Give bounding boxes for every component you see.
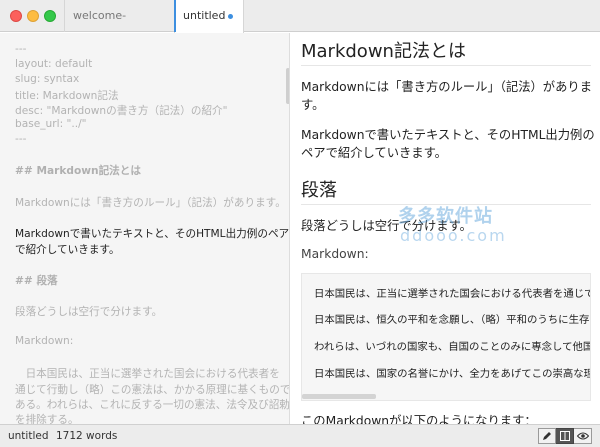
preview-heading: 段落	[301, 180, 337, 201]
editor-line: Markdown:	[15, 335, 74, 347]
preview-paragraph: Markdownには「書き方のルール」（記法）がありま	[301, 80, 592, 94]
close-window-button[interactable]	[10, 10, 22, 22]
status-bar: untitled 1712 words	[0, 424, 600, 447]
preview-heading: Markdown記法とは	[301, 41, 466, 62]
editor-line: で紹介していきます。	[15, 244, 120, 256]
title-bar: welcome-guide.md untitled	[0, 0, 600, 54]
pencil-icon	[543, 432, 551, 440]
eye-icon	[576, 432, 589, 440]
editor-line: 通じて行動し（略）この憲法は、かかる原理に基くもので	[15, 384, 290, 396]
code-scrollbar[interactable]	[302, 394, 376, 399]
preview-paragraph: このMarkdownが以下のようになります：	[301, 414, 537, 424]
split-view-icon	[559, 431, 570, 441]
editor-line: desc: "Markdownの書き方（記法）の紹介"	[15, 105, 228, 117]
code-line: 日本国民は、正当に選挙された国会における代表者を通じて行	[314, 288, 591, 300]
heading-rule	[301, 204, 591, 205]
tab-label: untitled	[183, 9, 226, 22]
preview-paragraph: Markdownで書いたテキストと、そのHTML出力例の	[301, 128, 595, 142]
code-line: 日本国民は、国家の名誉にかけ、全力をあげてこの崇高な理想	[314, 368, 591, 380]
preview-paragraph: Markdown:	[301, 247, 369, 261]
preview-paragraph: ペアで紹介していきます。	[301, 146, 447, 160]
unsaved-dot-icon	[228, 14, 233, 19]
edit-mode-button[interactable]	[538, 428, 556, 444]
status-word-count: 1712 words	[56, 430, 118, 442]
editor-line: を排除する。	[15, 414, 79, 424]
tab-untitled[interactable]: untitled	[174, 0, 244, 33]
editor-line: layout: default	[15, 58, 93, 70]
view-mode-toggle	[538, 428, 592, 444]
editor-scrollbar[interactable]	[286, 68, 289, 104]
editor-line: Markdownには「書き方のルール」（記法）があります。	[15, 197, 286, 209]
markdown-preview: Markdown記法とは Markdownには「書き方のルール」（記法）がありま…	[291, 33, 600, 424]
editor-line: slug: syntax	[15, 73, 80, 85]
code-line: 日本国民は、恒久の平和を念願し、（略）平和のうちに生存す	[314, 314, 591, 326]
editor-line: Markdownで書いたテキストと、そのHTML出力例のペア	[15, 228, 290, 240]
minimize-window-button[interactable]	[27, 10, 39, 22]
editor-line: base_url: "../"	[15, 118, 87, 130]
code-block[interactable]: 日本国民は、正当に選挙された国会における代表者を通じて行 日本国民は、恒久の平和…	[301, 273, 591, 401]
preview-paragraph: 段落どうしは空行で分けます。	[301, 219, 472, 233]
editor-line: ---	[15, 133, 27, 145]
code-line: われらは、いづれの国家も、自国のことのみに専念して他国を	[314, 341, 591, 353]
editor-line: 段落どうしは空行で分けます。	[15, 306, 163, 318]
editor-line: title: Markdown記法	[15, 90, 119, 102]
maximize-window-button[interactable]	[44, 10, 56, 22]
editor-line: 日本国民は、正当に選挙された国会における代表者を	[15, 368, 280, 380]
heading-rule	[301, 65, 591, 66]
editor-line: ## Markdown記法とは	[15, 165, 141, 177]
editor-line: ## 段落	[15, 275, 58, 287]
app-window: welcome-guide.md untitled --- layout: de…	[0, 0, 600, 447]
editor-line: ある。われらは、これに反する一切の憲法、法令及び詔勅	[15, 399, 290, 411]
preview-mode-button[interactable]	[574, 428, 592, 444]
markdown-editor[interactable]: --- layout: default slug: syntax title: …	[0, 33, 290, 424]
split-mode-button[interactable]	[556, 428, 574, 444]
editor-line: ---	[15, 43, 27, 55]
tab-welcome-guide[interactable]: welcome-guide.md	[64, 0, 174, 54]
preview-paragraph: す。	[301, 98, 325, 112]
status-filename: untitled	[8, 430, 49, 442]
